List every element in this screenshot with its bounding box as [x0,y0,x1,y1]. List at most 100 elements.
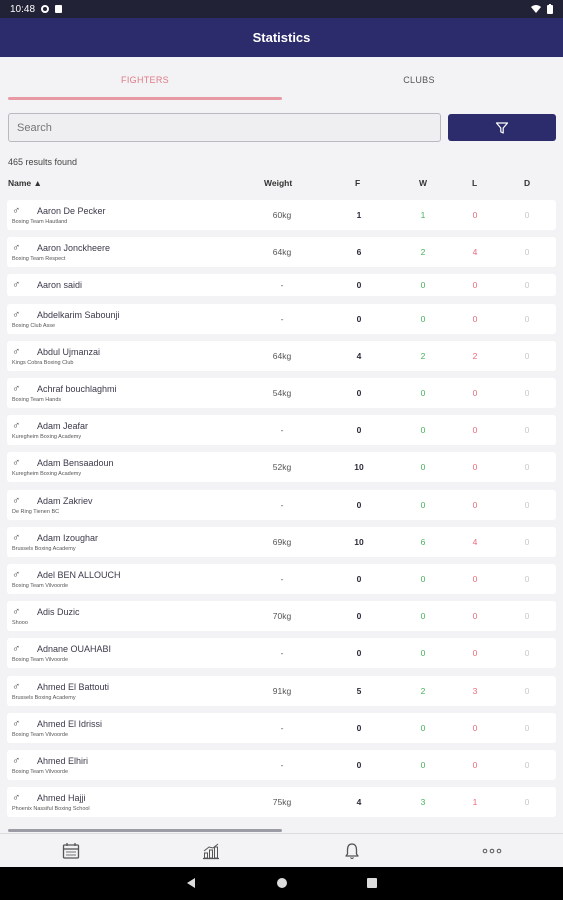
fighter-name: Adnane OUAHABI [37,644,112,655]
nav-statistics[interactable] [201,841,221,861]
fighter-weight: - [280,499,284,510]
wifi-icon [531,5,541,13]
column-name-sort[interactable]: Name ▲ [8,178,42,188]
fighter-row[interactable]: ♂ Ahmed El Battouti Brussels Boxing Academ… [7,675,556,706]
fighter-wins: 0 [420,611,426,622]
fighter-club: Boxing Team Vilvoorde [12,657,69,664]
fighter-losses: 3 [472,685,478,696]
more-icon [482,848,502,854]
fighter-row[interactable]: ♂ Adam Bensaadoun Kuregheim Boxing Academy… [7,452,556,483]
male-symbol-icon: ♂ [12,569,21,581]
horizontal-scrollbar[interactable] [8,829,282,832]
fighter-losses: 2 [472,350,478,361]
fighter-wins: 0 [420,499,426,510]
male-symbol-icon: ♂ [12,494,21,507]
fighter-row[interactable]: ♂ Abdul Ujmanzai Kings Cobra Boxing Club 64… [7,340,556,371]
fighter-draws: 0 [524,722,530,733]
fighter-name: Ahmed Hajji [37,793,86,804]
fighter-name: Aaron saidi [37,280,83,291]
fighter-row[interactable]: ♂ Adel BEN ALLOUCH Boxing Team Vilvoorde - 0… [7,564,556,594]
fighter-name: Adam Bensaadoun [37,458,114,469]
status-bar: 10:48 [0,0,563,18]
fighter-row[interactable]: ♂ Aaron De Pecker Boxing Team Hautland 60kg… [7,200,556,230]
fighter-row[interactable]: ♂ Ahmed Hajji Phoenix Nassiful Boxing Scho… [7,787,556,818]
fighter-wins: 2 [420,685,426,696]
fighter-weight: - [280,760,284,770]
fighter-name: Aaron De Pecker [37,206,106,216]
fighter-fights: 0 [356,722,362,733]
fighter-weight: 52kg [272,462,292,473]
male-symbol-icon: ♂ [12,792,21,805]
fighter-club: Shooo [12,620,28,627]
fighter-fights: 0 [356,611,362,622]
fighter-row[interactable]: ♂ Abdelkarim Sabounji Boxing Club Asse - 0 0 0… [7,303,556,334]
chart-icon [203,843,219,860]
sd-card-icon [55,5,63,13]
fighter-row[interactable]: ♂ Adam Izoughar Brussels Boxing Academy 69k… [7,526,556,557]
fighter-weight: - [280,722,284,733]
tab-clubs[interactable]: CLUBS [282,57,556,103]
fighter-club: Boxing Team Hautland [12,219,68,225]
fighter-row[interactable]: ♂ Adis Duzic Shooo 70kg 0 0 0 0 [7,601,556,632]
fighter-fights: 4 [356,797,362,808]
fighter-weight: 91kg [272,685,292,696]
fighter-name: Adam Jeafar [37,421,89,432]
fighter-fights: 0 [356,425,362,436]
fighter-losses: 0 [472,574,478,584]
fighter-losses: 0 [472,499,478,510]
fighter-fights: 6 [356,247,362,258]
male-symbol-icon: ♂ [12,205,21,217]
fighter-losses: 0 [472,388,478,398]
nav-calendar[interactable] [61,841,81,861]
fighter-club: Boxing Team Vilvoorde [12,731,69,738]
fighter-losses: 0 [472,313,478,324]
bell-icon [345,843,359,860]
fighter-fights: 0 [356,574,362,584]
fighter-row[interactable]: ♂ Adnane OUAHABI Boxing Team Vilvoorde - 0 0 0… [7,638,556,669]
column-weight[interactable]: Weight [264,178,292,188]
calendar-icon [62,843,80,859]
nav-notifications[interactable] [342,841,362,861]
fighter-losses: 0 [472,462,478,473]
fighter-losses: 0 [472,280,478,291]
fighter-draws: 0 [524,462,530,473]
recents-icon[interactable] [366,877,378,889]
fighter-club: Boxing Team Hands [12,397,62,403]
bottom-navigation [0,833,563,867]
fighter-fights: 0 [356,388,362,398]
fighter-row[interactable]: ♂ Ahmed El Idrissi Boxing Team Vilvoorde - 0… [7,712,556,743]
fighter-row[interactable]: ♂ Achraf bouchlaghmi Boxing Team Hands 54kg… [7,378,556,408]
fighter-draws: 0 [524,760,530,770]
page-title: Statistics [252,30,311,45]
fighter-draws: 0 [524,388,530,398]
back-icon[interactable] [185,877,197,889]
nav-more[interactable] [482,841,502,861]
fighter-row[interactable]: ♂ Adam Zakriev De Ring Tienen BC - 0 0 0 0 [7,489,556,520]
fighter-fights: 5 [356,685,362,696]
fighter-draws: 0 [524,685,530,696]
male-symbol-icon: ♂ [12,457,21,470]
fighter-row[interactable]: ♂ Aaron saidi - 0 0 0 0 [7,274,556,297]
fighter-weight: 54kg [272,388,292,398]
column-wins[interactable]: W [419,178,427,188]
column-losses[interactable]: L [472,178,477,188]
filter-icon [495,121,509,134]
fighter-row[interactable]: ♂ Adam Jeafar Kuregheim Boxing Academy - 0 0 0… [7,415,556,446]
fighter-row[interactable]: ♂ Ahmed Elhiri Boxing Team Vilvoorde - 0 0 0 0 [7,750,556,780]
fighter-club: Kuregheim Boxing Academy [12,434,82,441]
filter-button[interactable] [448,114,556,141]
fighter-draws: 0 [524,797,530,808]
male-symbol-icon: ♂ [12,279,21,292]
fighter-row[interactable]: ♂ Aaron Jonckheere Boxing Team Respect 64kg… [7,237,556,268]
male-symbol-icon: ♂ [12,345,21,358]
fighter-weight: - [280,425,284,436]
search-input[interactable] [8,113,441,142]
fighter-draws: 0 [524,313,530,324]
fighter-draws: 0 [524,247,530,258]
column-draws[interactable]: D [524,178,530,188]
home-icon[interactable] [276,877,288,889]
column-fights[interactable]: F [355,178,360,188]
fighter-losses: 0 [472,425,478,436]
fighter-club: Boxing Team Vilvoorde [12,583,69,589]
fighter-losses: 0 [472,210,478,220]
